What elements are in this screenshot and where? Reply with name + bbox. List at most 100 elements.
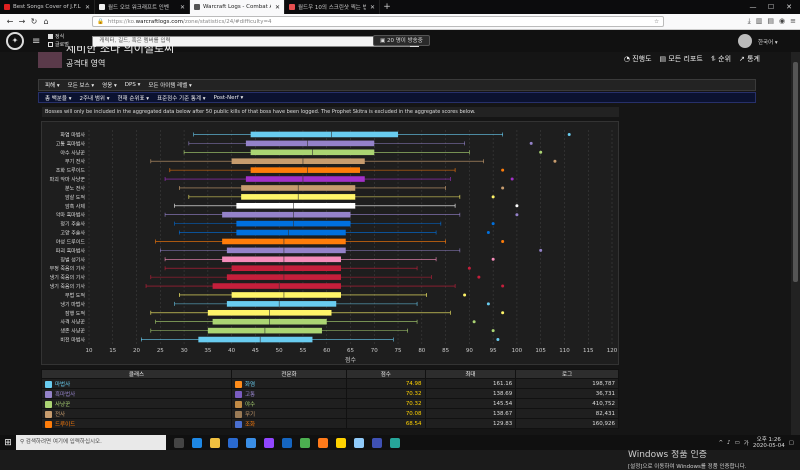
forward-icon[interactable]: → xyxy=(16,17,28,26)
box xyxy=(231,265,341,272)
column-header[interactable]: 전문화 xyxy=(231,369,347,379)
filter-bar-primary: 피해 ▾ 모든 보스 ▾ 영웅 ▾ DPS ▾ 모든 아이템 레벨 ▾ xyxy=(38,79,756,91)
table-body: 마법사 화염 74.98 161.16 198,787 흑마법사 고통 70.32 138.69… xyxy=(41,378,619,429)
filter-dropdown-3[interactable]: DPS ▾ xyxy=(125,82,141,88)
twitch-icon[interactable] xyxy=(264,437,274,448)
stat-dropdown-2[interactable]: 현재 순위표 ▾ xyxy=(118,94,150,102)
taskbar-search-input[interactable]: ⚲ 검색하려면 여기에 입력하십시오. xyxy=(16,435,166,450)
word-icon[interactable] xyxy=(282,437,292,448)
close-window-button[interactable]: ✕ xyxy=(780,0,798,14)
cell-text: 138.69 xyxy=(492,390,513,397)
home-icon[interactable]: ⌂ xyxy=(40,17,52,26)
main-page: 제비한 조다 의이철로씨 공격대 영역 ◔ 진행도 ▤ 모든 리포트 ⥮ 순위 … xyxy=(0,46,800,470)
chevron-up-icon[interactable]: ^ xyxy=(718,440,723,446)
outlier-point xyxy=(491,222,495,226)
tab-close-icon[interactable]: ✕ xyxy=(366,4,375,11)
minimize-button[interactable]: — xyxy=(744,0,762,14)
x-tick-label: 55 xyxy=(299,348,306,354)
task-view-icon[interactable] xyxy=(174,437,184,448)
spec-label: 야성 드루이드 xyxy=(56,238,86,245)
url-domain: warcraftlogs.com xyxy=(135,18,183,25)
table-cell-spec: 무기 xyxy=(231,408,347,419)
table-row[interactable]: 흑마법사 고통 70.32 138.69 36,731 xyxy=(41,388,619,399)
live-streams-button[interactable]: ▣ 20 명이 방송중 xyxy=(373,35,430,46)
volume-icon[interactable]: ♪ xyxy=(727,440,731,446)
table-row[interactable]: 사냥꾼 야수 70.32 145.54 410,752 xyxy=(41,398,619,409)
table-cell-score: 70.32 xyxy=(346,388,426,399)
firefox-icon[interactable] xyxy=(318,437,328,448)
rankings-link[interactable]: ⥮ 순위 xyxy=(711,54,731,64)
clock[interactable]: 오후 1:26 2020-05-04 xyxy=(753,437,785,449)
windows-taskbar: ⊞ ⚲ 검색하려면 여기에 입력하십시오. ^ ♪ ▭ 가 오후 1:26 20… xyxy=(0,435,800,450)
table-cell-score: 74.98 xyxy=(346,378,426,389)
chat-icon: ▣ xyxy=(380,38,387,44)
kakaotalk-icon[interactable] xyxy=(336,437,346,448)
x-tick-label: 65 xyxy=(347,348,354,354)
vs-icon[interactable] xyxy=(372,437,382,448)
menu-icon[interactable]: ≡ xyxy=(790,17,796,26)
account-icon[interactable]: ◉ xyxy=(779,17,785,26)
tab-close-icon[interactable]: ✕ xyxy=(176,4,185,11)
outlier-point xyxy=(472,320,476,324)
notification-icon[interactable]: ▢ xyxy=(789,440,794,446)
filter-dropdown-0[interactable]: 피해 ▾ xyxy=(45,81,60,89)
browser-tab[interactable]: 월드우 10의 스크린샷 찍는 법 ✕ xyxy=(285,0,380,14)
cell-text: 138.67 xyxy=(492,410,513,417)
browser-tab[interactable]: Best Songs Cover of J.F.L... ✕ xyxy=(0,0,95,14)
official-checkbox[interactable]: 정식 xyxy=(48,33,69,41)
ime-icon[interactable]: 가 xyxy=(744,439,749,447)
table-header-row: 클래스 전문화 점수 최대 로그 xyxy=(41,369,619,379)
cell-text: 145.54 xyxy=(492,400,513,407)
app-icon[interactable] xyxy=(300,437,310,448)
column-header[interactable]: 최대 xyxy=(424,369,517,379)
mail-icon[interactable] xyxy=(246,437,256,448)
back-icon[interactable]: ← xyxy=(4,17,16,26)
warcraftlogs-logo[interactable]: ✦ xyxy=(6,32,24,50)
box-plot-panel: 10 15 20 25 30 35 40 45 50 55 60 65 70 75 80 85 90 95 100 1… xyxy=(41,121,619,365)
library-icon[interactable]: ▥ xyxy=(756,17,763,26)
language-select[interactable]: 한국어 ▾ xyxy=(758,38,778,46)
new-tab-button[interactable]: + xyxy=(380,0,394,14)
browser-tab[interactable]: 월드 오브 워크래프트 인벤 ✕ xyxy=(95,0,190,14)
box-plot-chart: 10 15 20 25 30 35 40 45 50 55 60 65 70 75 80 85 90 95 100 1… xyxy=(50,130,618,364)
progress-link[interactable]: ◔ 진행도 xyxy=(624,54,652,64)
network-icon[interactable]: ▭ xyxy=(735,440,740,446)
statistics-link[interactable]: ↗ 통계 xyxy=(739,54,760,64)
file-explorer-icon[interactable] xyxy=(210,437,220,448)
download-icon[interactable]: ⤓ xyxy=(748,17,751,26)
cell-text: 흑마법사 xyxy=(55,391,76,398)
filter-dropdown-4[interactable]: 모든 아이템 레벨 ▾ xyxy=(148,81,191,89)
stat-dropdown-0[interactable]: 총 백분율 ▾ xyxy=(45,94,72,102)
bookmark-star-icon[interactable]: ☆ xyxy=(654,19,659,25)
outlier-point xyxy=(501,239,505,243)
stat-dropdown-4[interactable]: Post-Nerf ▾ xyxy=(214,95,244,101)
all-reports-link[interactable]: ▤ 모든 리포트 xyxy=(660,54,703,64)
app2-icon[interactable] xyxy=(390,437,400,448)
reload-icon[interactable]: ↻ xyxy=(28,17,40,26)
browser-tab[interactable]: Warcraft Logs - Combat Anal...✕ xyxy=(190,0,285,14)
column-header[interactable]: 클래스 xyxy=(41,369,232,379)
windows-start-icon[interactable]: ⊞ xyxy=(0,438,16,448)
url-bar[interactable]: 🔒 https://ko. warcraftlogs.com /zone/sta… xyxy=(92,16,664,27)
site-search-input[interactable]: 캐릭터, 길드, 혹은 멤버를 입력 xyxy=(92,35,411,47)
filter-dropdown-2[interactable]: 영웅 ▾ xyxy=(102,81,117,89)
maximize-button[interactable]: ☐ xyxy=(762,0,780,14)
table-row[interactable]: 드루이드 조화 68.54 129.83 160,926 xyxy=(41,418,619,429)
notes-icon[interactable] xyxy=(354,437,364,448)
filter-dropdown-1[interactable]: 모든 보스 ▾ xyxy=(68,81,95,89)
hamburger-menu-icon[interactable]: ≡ xyxy=(32,36,40,47)
table-row[interactable]: 전사 무기 70.08 138.67 82,431 xyxy=(41,408,619,419)
store-icon[interactable] xyxy=(228,437,238,448)
cell-text: 마법사 xyxy=(55,381,71,388)
tab-close-icon[interactable]: ✕ xyxy=(81,4,90,11)
tab-close-icon[interactable]: ✕ xyxy=(271,4,280,11)
edge-icon[interactable] xyxy=(192,437,202,448)
sidebar-icon[interactable]: ▤ xyxy=(767,17,774,26)
scrollbar-thumb[interactable] xyxy=(793,62,798,282)
column-header[interactable]: 점수 xyxy=(346,369,426,379)
column-header[interactable]: 로그 xyxy=(515,369,619,379)
stat-dropdown-1[interactable]: 2주내 범위 ▾ xyxy=(80,94,110,102)
user-avatar[interactable] xyxy=(738,34,752,48)
stat-dropdown-3[interactable]: 표준점수 기준 통계 ▾ xyxy=(157,94,206,102)
table-row[interactable]: 마법사 화염 74.98 161.16 198,787 xyxy=(41,378,619,389)
